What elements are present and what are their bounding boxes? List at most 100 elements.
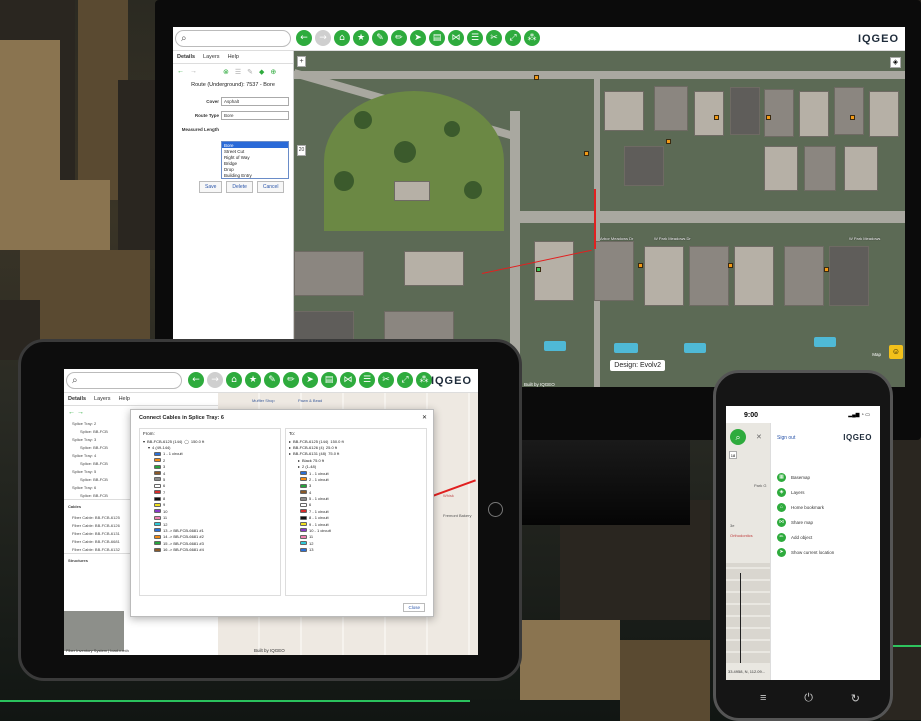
structure-marker[interactable] xyxy=(534,75,539,80)
zoom-icon[interactable]: ⊕ xyxy=(270,68,276,76)
tab-help[interactable]: Help xyxy=(228,54,239,60)
aerial-map[interactable]: Arbor Meadows Dr W Park Meadows Dr W Par… xyxy=(294,51,905,387)
layers-icon[interactable]: ◈ xyxy=(890,57,901,68)
arrow-left-icon[interactable]: ← xyxy=(188,372,204,388)
route-type-select[interactable]: Bore xyxy=(221,111,289,120)
navigate-icon[interactable]: ◆ xyxy=(259,68,264,76)
fiber-label: 2 xyxy=(163,457,166,463)
menu-icon[interactable]: ≡ xyxy=(760,692,766,705)
tab-details[interactable]: Details xyxy=(68,396,86,402)
list-icon[interactable]: ☰ xyxy=(359,372,375,388)
network-icon[interactable]: ⁂ xyxy=(524,30,540,46)
iqgeo-logo: IQGEO xyxy=(843,433,872,442)
close-icon[interactable]: ✕ xyxy=(756,433,762,441)
navigate-icon[interactable]: ➤ xyxy=(410,30,426,46)
expand-icon[interactable]: ⤢ xyxy=(505,30,521,46)
network-icon[interactable]: ⁂ xyxy=(416,372,432,388)
forward-arrow-icon[interactable]: → xyxy=(190,68,197,76)
fiber-color-swatch xyxy=(300,541,307,546)
built-by: Built by IQGEO xyxy=(524,382,555,387)
selected-route-line[interactable] xyxy=(594,189,596,249)
share-icon[interactable]: ⋈ xyxy=(340,372,356,388)
list-icon[interactable]: ☰ xyxy=(235,68,241,76)
structure-marker[interactable] xyxy=(728,263,733,268)
list-icon[interactable]: ☰ xyxy=(467,30,483,46)
pencil-icon[interactable]: ✏ xyxy=(283,372,299,388)
tab-layers[interactable]: Layers xyxy=(203,54,220,60)
print-icon[interactable]: ▤ xyxy=(321,372,337,388)
expand-icon[interactable]: ⤢ xyxy=(397,372,413,388)
star-icon[interactable]: ★ xyxy=(353,30,369,46)
fiber-color-swatch xyxy=(154,502,161,507)
tab-layers[interactable]: Layers xyxy=(94,396,111,402)
back-arrow-icon[interactable]: ← xyxy=(177,68,184,76)
menu-item-show-current-location[interactable]: ➤ Show current location xyxy=(777,548,834,557)
scissors-icon[interactable]: ✂ xyxy=(378,372,394,388)
ruler-icon[interactable]: ✎ xyxy=(264,372,280,388)
menu-item-label: Home bookmark xyxy=(791,505,825,510)
scissors-icon[interactable]: ✂ xyxy=(486,30,502,46)
ruler-icon[interactable]: ✎ xyxy=(372,30,388,46)
zoom-in-button[interactable]: + xyxy=(297,56,306,67)
cover-select[interactable]: Asphalt xyxy=(221,97,289,106)
star-icon[interactable]: ★ xyxy=(245,372,261,388)
structure-marker[interactable] xyxy=(824,267,829,272)
phone-map[interactable]: ⌕ ✕ 18 Park G Orthodontics 3e 33.4958, N… xyxy=(726,423,770,680)
fiber-color-swatch xyxy=(154,541,161,546)
menu-item-add-object[interactable]: ✏ Add object xyxy=(777,533,812,542)
arrow-left-icon[interactable]: ← xyxy=(296,30,312,46)
tab-details[interactable]: Details xyxy=(177,54,195,60)
close-circle-icon[interactable]: ⊗ xyxy=(223,68,229,76)
structure-marker[interactable] xyxy=(536,267,541,272)
tab-help[interactable]: Help xyxy=(119,396,130,402)
map-poi-label: Pawn & Bead xyxy=(298,398,323,403)
navigate-icon[interactable]: ➤ xyxy=(302,372,318,388)
print-icon[interactable]: ▤ xyxy=(429,30,445,46)
fiber-row[interactable]: 13 xyxy=(286,546,426,552)
edit-icon[interactable]: ✎ xyxy=(247,68,253,76)
structure-marker[interactable] xyxy=(666,139,671,144)
fiber-color-swatch xyxy=(154,496,161,501)
search-input[interactable]: ⌕ xyxy=(66,372,182,389)
pencil-icon[interactable]: ✏ xyxy=(391,30,407,46)
delete-button[interactable]: Delete xyxy=(226,181,253,193)
menu-item-share-map[interactable]: ⋈ Share map xyxy=(777,518,813,527)
menu-item-layers[interactable]: ◈ Layers xyxy=(777,488,805,497)
close-icon[interactable]: ✕ xyxy=(422,414,427,421)
structure-marker[interactable] xyxy=(766,115,771,120)
fiber-label: 2 - 1 circuit xyxy=(309,476,329,482)
fiber-label: 10 - 1 circuit xyxy=(309,527,331,533)
tablet-home-button[interactable] xyxy=(488,502,503,517)
power-icon[interactable]: ⏻ xyxy=(804,692,813,705)
search-icon: ⌕ xyxy=(72,375,78,386)
field-label: Measured Length xyxy=(181,127,219,132)
fiber-color-swatch xyxy=(300,534,307,539)
sign-out-link[interactable]: Sign out xyxy=(777,435,795,441)
structure-marker[interactable] xyxy=(584,151,589,156)
field-label: Route Type xyxy=(194,113,219,118)
street-view-icon[interactable]: ☺ xyxy=(889,345,903,359)
structure-marker[interactable] xyxy=(850,115,855,120)
fiber-row[interactable]: 16 -> BB-FCB-6681 #4 xyxy=(140,546,280,552)
dropdown-option[interactable]: Building Entry xyxy=(222,172,288,178)
share-icon[interactable]: ⋈ xyxy=(448,30,464,46)
refresh-icon[interactable]: ↻ xyxy=(851,692,860,705)
cancel-button[interactable]: Cancel xyxy=(256,181,285,193)
close-button[interactable]: Close xyxy=(403,603,425,612)
connect-cables-dialog: Connect Cables in Splice Tray: 6 ✕ From:… xyxy=(130,409,434,617)
search-input[interactable]: ⌕ xyxy=(175,30,291,47)
arrow-right-icon[interactable]: → xyxy=(207,372,223,388)
to-label: To: xyxy=(289,431,296,436)
home-icon[interactable]: ⌂ xyxy=(334,30,350,46)
save-button[interactable]: Save xyxy=(199,181,223,193)
menu-item-home-bookmark[interactable]: ⌂ Home bookmark xyxy=(777,503,824,512)
details-panel: Details Layers Help ← → ⊗ ☰ ✎ ◆ ⊕ Route … xyxy=(173,51,294,387)
home-icon[interactable]: ⌂ xyxy=(226,372,242,388)
structure-marker[interactable] xyxy=(714,115,719,120)
search-icon[interactable]: ⌕ xyxy=(730,429,746,445)
from-label: From: xyxy=(143,431,155,436)
arrow-right-icon[interactable]: → xyxy=(315,30,331,46)
structure-marker[interactable] xyxy=(638,263,643,268)
fiber-color-swatch xyxy=(300,528,307,533)
menu-item-basemap[interactable]: ▦ Basemap xyxy=(777,473,810,482)
